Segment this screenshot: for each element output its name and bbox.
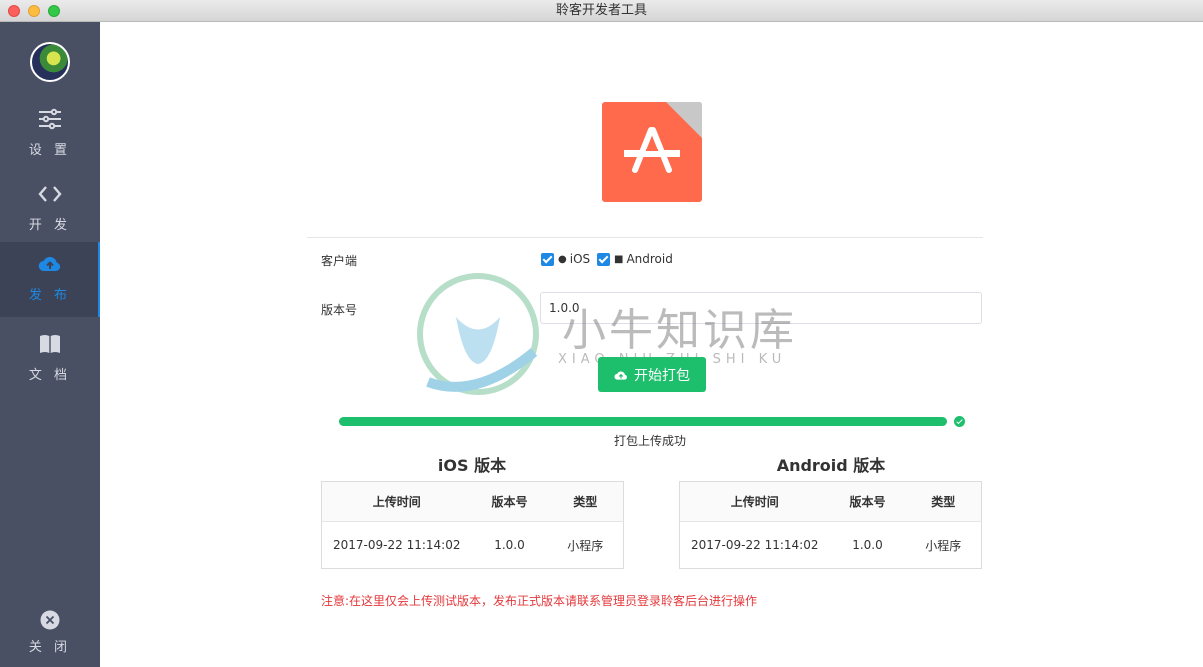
- table-cell: 小程序: [567, 538, 604, 553]
- watermark-logo-icon: [417, 273, 539, 395]
- sidebar-item-label: 开 发: [28, 218, 72, 233]
- minimize-window-button[interactable]: [28, 5, 40, 17]
- sidebar-close[interactable]: 关 闭: [0, 604, 100, 659]
- close-window-button[interactable]: [8, 5, 20, 17]
- column-header: 上传时间: [679, 481, 830, 522]
- close-icon: [40, 610, 60, 630]
- checkbox[interactable]: [597, 252, 610, 266]
- zoom-window-button[interactable]: [48, 5, 60, 17]
- table-row: 2017-09-22 11:14:02 1.0.0 小程序: [322, 522, 624, 569]
- column-header: 上传时间: [321, 481, 472, 522]
- close-label: 关 闭: [28, 640, 72, 655]
- column-header: 类型: [547, 481, 624, 522]
- watermark-text: 小牛知识库: [562, 305, 797, 356]
- sidebar-item-publish[interactable]: 发 布: [0, 242, 100, 317]
- book-icon: [40, 335, 60, 353]
- android-icon: ■: [614, 253, 624, 265]
- progress-bar: [339, 417, 947, 426]
- window-title: 聆客开发者工具: [555, 3, 647, 18]
- android-label: Android: [626, 252, 673, 266]
- avatar[interactable]: [30, 42, 70, 82]
- publish-panel: 客户端 ● iOS ■ Android 版本号 小牛知识库 XIAO NIU Z…: [100, 22, 1203, 667]
- sidebar-item-develop[interactable]: 开 发: [0, 172, 100, 247]
- table-cell: 2017-09-22 11:14:02: [691, 538, 819, 552]
- sidebar-item-settings[interactable]: 设 置: [0, 97, 100, 172]
- start-pack-label: 开始打包: [634, 367, 690, 384]
- android-version-table: 上传时间 版本号 类型 2017-09-22 11:14:02 1.0.0 小程…: [679, 481, 982, 569]
- notice-text: 注意:在这里仅会上传测试版本，发布正式版本请联系管理员登录聆客后台进行操作: [321, 594, 758, 608]
- ios-table-title: iOS 版本: [437, 456, 507, 475]
- version-label: 版本号: [321, 303, 358, 317]
- sidebar-item-docs[interactable]: 文 档: [0, 322, 100, 397]
- sliders-icon: [39, 108, 61, 130]
- cloud-upload-icon: [38, 256, 61, 272]
- code-icon: [38, 186, 62, 202]
- ios-label: iOS: [569, 252, 591, 266]
- sidebar-item-label: 发 布: [28, 288, 72, 303]
- android-table-title: Android 版本: [776, 456, 886, 475]
- progress-status: 打包上传成功: [613, 434, 686, 448]
- apple-icon: ●: [558, 253, 567, 265]
- android-checkbox[interactable]: ■ Android: [597, 251, 673, 267]
- start-pack-button[interactable]: 开始打包: [598, 357, 706, 392]
- table-cell: 2017-09-22 11:14:02: [333, 538, 461, 552]
- cloud-upload-icon: [614, 370, 627, 380]
- table-cell: 1.0.0: [494, 538, 525, 552]
- column-header: 版本号: [471, 481, 548, 522]
- sidebar-item-label: 文 档: [28, 368, 72, 383]
- column-header: 类型: [905, 481, 982, 522]
- client-label: 客户端: [321, 254, 358, 268]
- progress-fill: [339, 417, 947, 426]
- sidebar-item-label: 设 置: [28, 143, 72, 158]
- app-window: 聆客开发者工具 设 置 开 发 发 布 文 档 关 闭 客户端 ● iOS ■ …: [0, 0, 1203, 667]
- divider: [307, 237, 983, 238]
- sidebar: 设 置 开 发 发 布 文 档 关 闭: [0, 22, 100, 667]
- success-check-icon: [954, 416, 965, 427]
- ios-version-table: 上传时间 版本号 类型 2017-09-22 11:14:02 1.0.0 小程…: [321, 481, 624, 569]
- app-store-icon: [602, 102, 702, 202]
- table-cell: 1.0.0: [852, 538, 883, 552]
- ios-checkbox[interactable]: ● iOS: [541, 251, 590, 267]
- checkbox[interactable]: [541, 252, 554, 266]
- table-row: 2017-09-22 11:14:02 1.0.0 小程序: [680, 522, 982, 569]
- table-cell: 小程序: [925, 538, 962, 553]
- column-header: 版本号: [829, 481, 906, 522]
- title-bar: 聆客开发者工具: [0, 0, 1203, 22]
